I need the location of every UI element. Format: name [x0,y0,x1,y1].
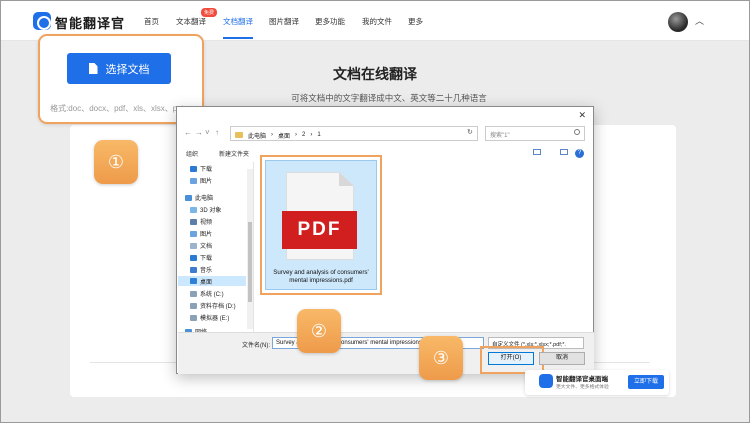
tree-item-pictures-pc[interactable]: 图片 [190,229,212,238]
nav-image-translate[interactable]: 图片翻译 [269,16,299,27]
navigation-tree: 下载✎ 图片✎ 此电脑 3D 对象 视频 图片 文档 下载 音乐 桌面 系统 (… [178,162,254,332]
free-badge: 免费 [201,8,218,17]
download-icon [190,254,197,261]
download-icon [190,165,197,172]
nav-more-features[interactable]: 更多功能 [315,16,345,27]
tree-scrollbar-thumb[interactable] [248,222,252,302]
chevron-down-icon[interactable]: ˅ [205,128,210,137]
pdf-label: PDF [282,211,357,249]
nav-document-translate[interactable]: 文档翻译 [223,16,253,27]
tree-item-3d-objects[interactable]: 3D 对象 [190,205,221,214]
picture-icon [190,177,197,184]
open-button[interactable]: 打开(O) [488,352,534,365]
tree-item-downloads[interactable]: 下载✎ [190,164,212,173]
desktop-icon [190,278,197,284]
search-input[interactable]: 搜索"1" [485,126,585,141]
tree-item-this-pc[interactable]: 此电脑 [185,193,213,202]
tree-item-documents[interactable]: 文档 [190,241,212,250]
download-now-button[interactable]: 立即下载 [628,375,664,389]
breadcrumb-folder-2[interactable]: 2 [302,132,305,138]
tree-item-pictures[interactable]: 图片✎ [190,176,212,185]
computer-icon [185,194,192,201]
tree-item-desktop[interactable]: 桌面 [178,276,246,286]
pdf-file-name: Survey and analysis of consumers' mental… [273,269,369,284]
address-bar[interactable]: 此电脑 › 桌面 › 2 › 1 [230,126,478,141]
drive-icon [190,302,197,309]
step-marker-3: ③ [419,336,463,380]
address-row: ← → ˅ ↑ 此电脑 › 桌面 › 2 › 1 ↻ 搜索"1" [177,125,593,143]
breadcrumb-this-pc[interactable]: 此电脑 [248,131,266,140]
nav-more[interactable]: 更多 [408,16,423,27]
dialog-toolbar: 组织 新建文件夹 ? [177,147,593,160]
step-marker-2: ② [297,309,341,353]
search-icon [574,129,580,135]
search-placeholder: 搜索"1" [490,133,510,139]
breadcrumb-folder-1[interactable]: 1 [317,132,320,138]
brand-name[interactable]: 智能翻译官 [55,13,125,32]
app-logo-icon[interactable] [33,12,51,30]
video-icon [190,218,197,225]
breadcrumb-sep: › [295,132,298,138]
chevron-up-icon[interactable]: ︿ [695,14,704,27]
active-tab-indicator [223,37,253,39]
tree-item-downloads-pc[interactable]: 下载 [190,253,212,262]
step-marker-1: ① [94,140,138,184]
tree-item-videos[interactable]: 视频 [190,217,212,226]
nav-my-files[interactable]: 我的文件 [362,16,392,27]
promo-subtitle: 更大文件、更多格式体验 [556,385,609,390]
picture-icon [190,230,197,237]
close-icon[interactable]: ✕ [578,110,586,121]
user-avatar[interactable] [668,12,688,32]
music-icon [190,266,197,273]
drive-icon [190,314,197,321]
preview-pane-icon[interactable] [560,149,568,155]
nav-text-translate[interactable]: 文本翻译 [176,16,206,27]
help-icon[interactable]: ? [575,149,584,158]
tree-item-drive-c[interactable]: 系统 (C:) [190,289,224,298]
choose-document-label: 选择文档 [105,63,150,76]
file-open-dialog: ✕ ← → ˅ ↑ 此电脑 › 桌面 › 2 › 1 ↻ 搜索"1" 组织 新建… [176,106,594,374]
forward-arrow-icon[interactable]: → [195,128,203,137]
back-arrow-icon[interactable]: ← [184,128,192,137]
refresh-icon[interactable]: ↻ [467,128,473,136]
tree-item-music[interactable]: 音乐 [190,265,212,274]
nav-home[interactable]: 首页 [144,16,159,27]
cancel-button[interactable]: 取消 [539,352,585,365]
document-folder-icon [190,242,197,249]
filename-label: 文件名(N): [242,343,270,349]
view-options-icon[interactable] [533,149,541,155]
choose-document-button[interactable]: 选择文档 [67,53,171,84]
breadcrumb-sep: › [310,132,313,138]
new-folder-button[interactable]: 新建文件夹 [219,149,249,158]
promo-title: 智能翻译官桌面端 [556,376,608,383]
document-icon [88,63,98,74]
organize-menu[interactable]: 组织 [186,149,198,158]
desktop-app-logo-icon [539,374,553,388]
tree-item-drive-e[interactable]: 模拟器 (E:) [190,313,229,322]
cube-icon [190,206,197,213]
folder-icon [235,132,243,138]
breadcrumb-sep: › [271,132,274,138]
drive-icon [190,290,197,297]
tree-item-drive-d[interactable]: 资料存档 (D:) [190,301,236,310]
breadcrumb-desktop[interactable]: 桌面 [278,131,290,140]
up-arrow-icon[interactable]: ↑ [215,128,219,137]
